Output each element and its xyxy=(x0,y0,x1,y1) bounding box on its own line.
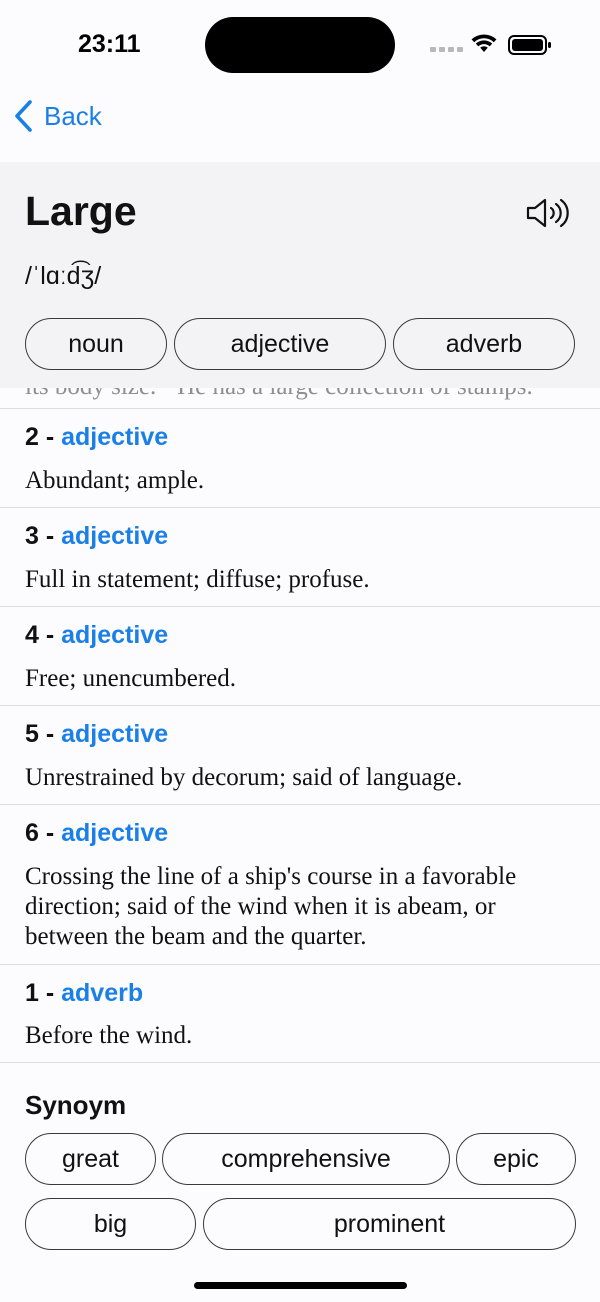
battery-icon xyxy=(508,35,551,55)
definition-pos-link[interactable]: adjective xyxy=(61,819,168,847)
pos-filter-adverb[interactable]: adverb xyxy=(393,318,575,370)
divider xyxy=(0,1062,600,1063)
synonyms-heading: Synoym xyxy=(25,1090,127,1120)
synonym-chip[interactable]: epic xyxy=(456,1133,576,1185)
divider xyxy=(0,705,600,706)
definition-heading: 3 - adjective xyxy=(25,522,168,551)
status-time: 23:11 xyxy=(78,30,141,58)
definition-heading: 6 - adjective xyxy=(25,819,168,848)
divider xyxy=(0,408,600,409)
definition-text: Full in statement; diffuse; profuse. xyxy=(25,566,370,593)
pos-filter-noun[interactable]: noun xyxy=(25,318,167,370)
definition-pos-link[interactable]: adjective xyxy=(61,720,168,748)
definition-number: 6 - xyxy=(25,819,62,847)
definition-number: 1 - xyxy=(25,979,62,1007)
speaker-icon[interactable] xyxy=(525,196,573,230)
definition-text: Unrestrained by decorum; said of languag… xyxy=(25,764,463,791)
phonetic-transcription: /ˈlɑːd͡ʒ/ xyxy=(25,262,102,290)
divider xyxy=(0,606,600,607)
definition-number: 3 - xyxy=(25,522,62,550)
definition-heading: 4 - adjective xyxy=(25,621,168,650)
word-header: Large /ˈlɑːd͡ʒ/ noun adjective adverb xyxy=(0,162,600,388)
definition-heading: 2 - adjective xyxy=(25,423,168,452)
definition-text: Before the wind. xyxy=(25,1022,193,1049)
synonym-chip[interactable]: comprehensive xyxy=(162,1133,450,1185)
definition-number: 4 - xyxy=(25,621,62,649)
word-title: Large xyxy=(25,188,137,234)
definition-text: Abundant; ample. xyxy=(25,467,205,494)
definition-pos-link[interactable]: adjective xyxy=(61,522,168,550)
back-label: Back xyxy=(44,100,102,131)
synonym-chip[interactable]: big xyxy=(25,1198,196,1250)
wifi-icon xyxy=(471,34,497,52)
definition-text: Free; unencumbered. xyxy=(25,665,237,692)
pos-filter-adjective[interactable]: adjective xyxy=(174,318,386,370)
dynamic-island xyxy=(205,17,395,73)
cellular-signal-icon xyxy=(430,47,463,53)
back-button[interactable]: Back xyxy=(12,96,102,136)
divider xyxy=(0,507,600,508)
definition-number: 2 - xyxy=(25,423,62,451)
definition-number: 5 - xyxy=(25,720,62,748)
definition-pos-link[interactable]: adjective xyxy=(61,423,168,451)
definition-text: Crossing the line of a ship's course in … xyxy=(25,863,517,950)
synonym-chip[interactable]: great xyxy=(25,1133,156,1185)
status-bar: 23:11 xyxy=(0,0,600,90)
chevron-left-icon xyxy=(15,100,32,132)
definition-pos-link[interactable]: adjective xyxy=(61,621,168,649)
definition-heading: 1 - adverb xyxy=(25,979,143,1008)
home-indicator[interactable] xyxy=(194,1282,407,1289)
divider xyxy=(0,804,600,805)
definition-pos-link[interactable]: adverb xyxy=(61,979,143,1007)
synonym-chip[interactable]: prominent xyxy=(203,1198,576,1250)
definition-heading: 5 - adjective xyxy=(25,720,168,749)
divider xyxy=(0,964,600,965)
